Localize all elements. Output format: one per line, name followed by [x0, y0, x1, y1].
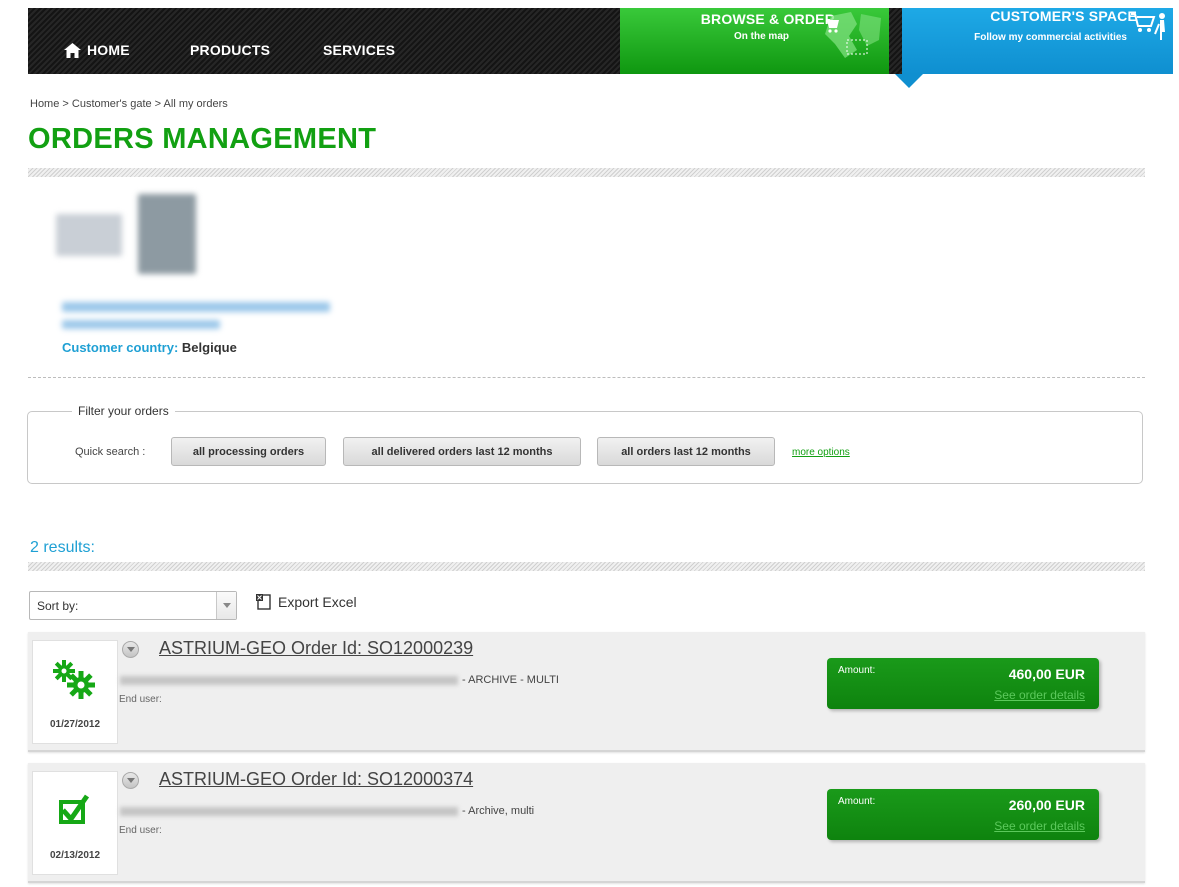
order-amount-box: Amount: 460,00 EUR See order details [827, 658, 1099, 709]
breadcrumb: Home > Customer's gate > All my orders [30, 98, 228, 110]
customer-country-label: Customer country: [62, 340, 179, 355]
order-end-user: End user: [119, 825, 162, 836]
page-title: ORDERS MANAGEMENT [28, 123, 377, 155]
home-icon [64, 42, 81, 58]
active-tab-pointer [895, 74, 923, 88]
nav-services-label: SERVICES [323, 42, 396, 58]
page: HOME PRODUCTS SERVICES BROWSE & ORDER On… [0, 0, 1179, 887]
order-description: - ARCHIVE - MULTI [120, 674, 559, 686]
nav-services[interactable]: SERVICES [323, 42, 395, 58]
results-divider [28, 562, 1145, 571]
amount-value: 260,00 EUR [1008, 797, 1085, 813]
order-type: - Archive, multi [462, 805, 535, 817]
gears-icon [53, 660, 95, 699]
order-expand-toggle[interactable] [122, 772, 139, 789]
order-date: 01/27/2012 [49, 719, 101, 730]
filter-all-orders-button[interactable]: all orders last 12 months [597, 437, 775, 466]
nav-products-label: PRODUCTS [190, 42, 271, 58]
chevron-down-icon [126, 777, 135, 783]
sort-select-label: Sort by: [37, 599, 79, 613]
order-type: - ARCHIVE - MULTI [462, 674, 559, 686]
excel-icon [256, 594, 271, 610]
customer-divider [28, 377, 1145, 378]
order-description: - Archive, multi [120, 805, 534, 817]
order-customer-blurred [120, 806, 458, 816]
map-icon [825, 12, 881, 58]
order-customer-blurred [120, 675, 458, 685]
order-card: 01/27/2012 ASTRIUM-GEO Order Id: SO12000… [28, 632, 1145, 752]
more-options-link[interactable]: more options [792, 447, 850, 458]
export-excel-button[interactable]: Export Excel [255, 593, 357, 611]
sort-select[interactable]: Sort by: [29, 591, 237, 620]
customer-address-blurred [62, 320, 220, 329]
see-order-details-link[interactable]: See order details [994, 688, 1085, 702]
amount-value: 460,00 EUR [1008, 666, 1085, 682]
order-end-user: End user: [119, 694, 162, 705]
nav-home[interactable]: HOME [64, 42, 130, 58]
customer-country: Customer country: Belgique [62, 340, 237, 355]
chevron-down-icon [126, 646, 135, 652]
quick-search-label: Quick search : [75, 446, 146, 458]
customer-space-subtitle: Follow my commercial activities [974, 32, 1127, 43]
amount-label: Amount: [838, 796, 876, 807]
amount-label: Amount: [838, 665, 876, 676]
filter-legend: Filter your orders [72, 404, 175, 418]
see-order-details-link[interactable]: See order details [994, 819, 1085, 833]
filter-processing-button[interactable]: all processing orders [171, 437, 326, 466]
title-divider [28, 168, 1145, 177]
order-status-box: 02/13/2012 [32, 771, 118, 875]
customer-space-title: CUSTOMER'S SPACE [990, 8, 1137, 24]
results-count: 2 results: [30, 539, 95, 556]
customer-photo-blurred [138, 194, 196, 274]
top-nav: HOME PRODUCTS SERVICES BROWSE & ORDER On… [28, 8, 1173, 74]
chevron-down-icon [216, 592, 236, 619]
export-excel-label: Export Excel [278, 594, 357, 610]
customer-logo-blurred [56, 214, 122, 256]
nav-products[interactable]: PRODUCTS [190, 42, 270, 58]
order-title-link[interactable]: ASTRIUM-GEO Order Id: SO12000239 [159, 638, 473, 659]
order-card: 02/13/2012 ASTRIUM-GEO Order Id: SO12000… [28, 763, 1145, 883]
cart-icon [1131, 13, 1165, 40]
customer-name-link-blurred[interactable] [62, 302, 330, 312]
browse-order-tab[interactable]: BROWSE & ORDER On the map [620, 8, 889, 74]
browse-order-title: BROWSE & ORDER [700, 11, 835, 27]
order-date: 02/13/2012 [49, 850, 101, 861]
customer-country-value: Belgique [181, 340, 237, 355]
order-amount-box: Amount: 260,00 EUR See order details [827, 789, 1099, 840]
filter-delivered-button[interactable]: all delivered orders last 12 months [343, 437, 581, 466]
customer-space-tab[interactable]: CUSTOMER'S SPACE Follow my commercial ac… [902, 8, 1173, 74]
checkbox-icon [59, 794, 90, 824]
order-expand-toggle[interactable] [122, 641, 139, 658]
order-title-link[interactable]: ASTRIUM-GEO Order Id: SO12000374 [159, 769, 473, 790]
order-status-box: 01/27/2012 [32, 640, 118, 744]
browse-order-subtitle: On the map [733, 31, 789, 42]
nav-home-label: HOME [87, 42, 130, 58]
